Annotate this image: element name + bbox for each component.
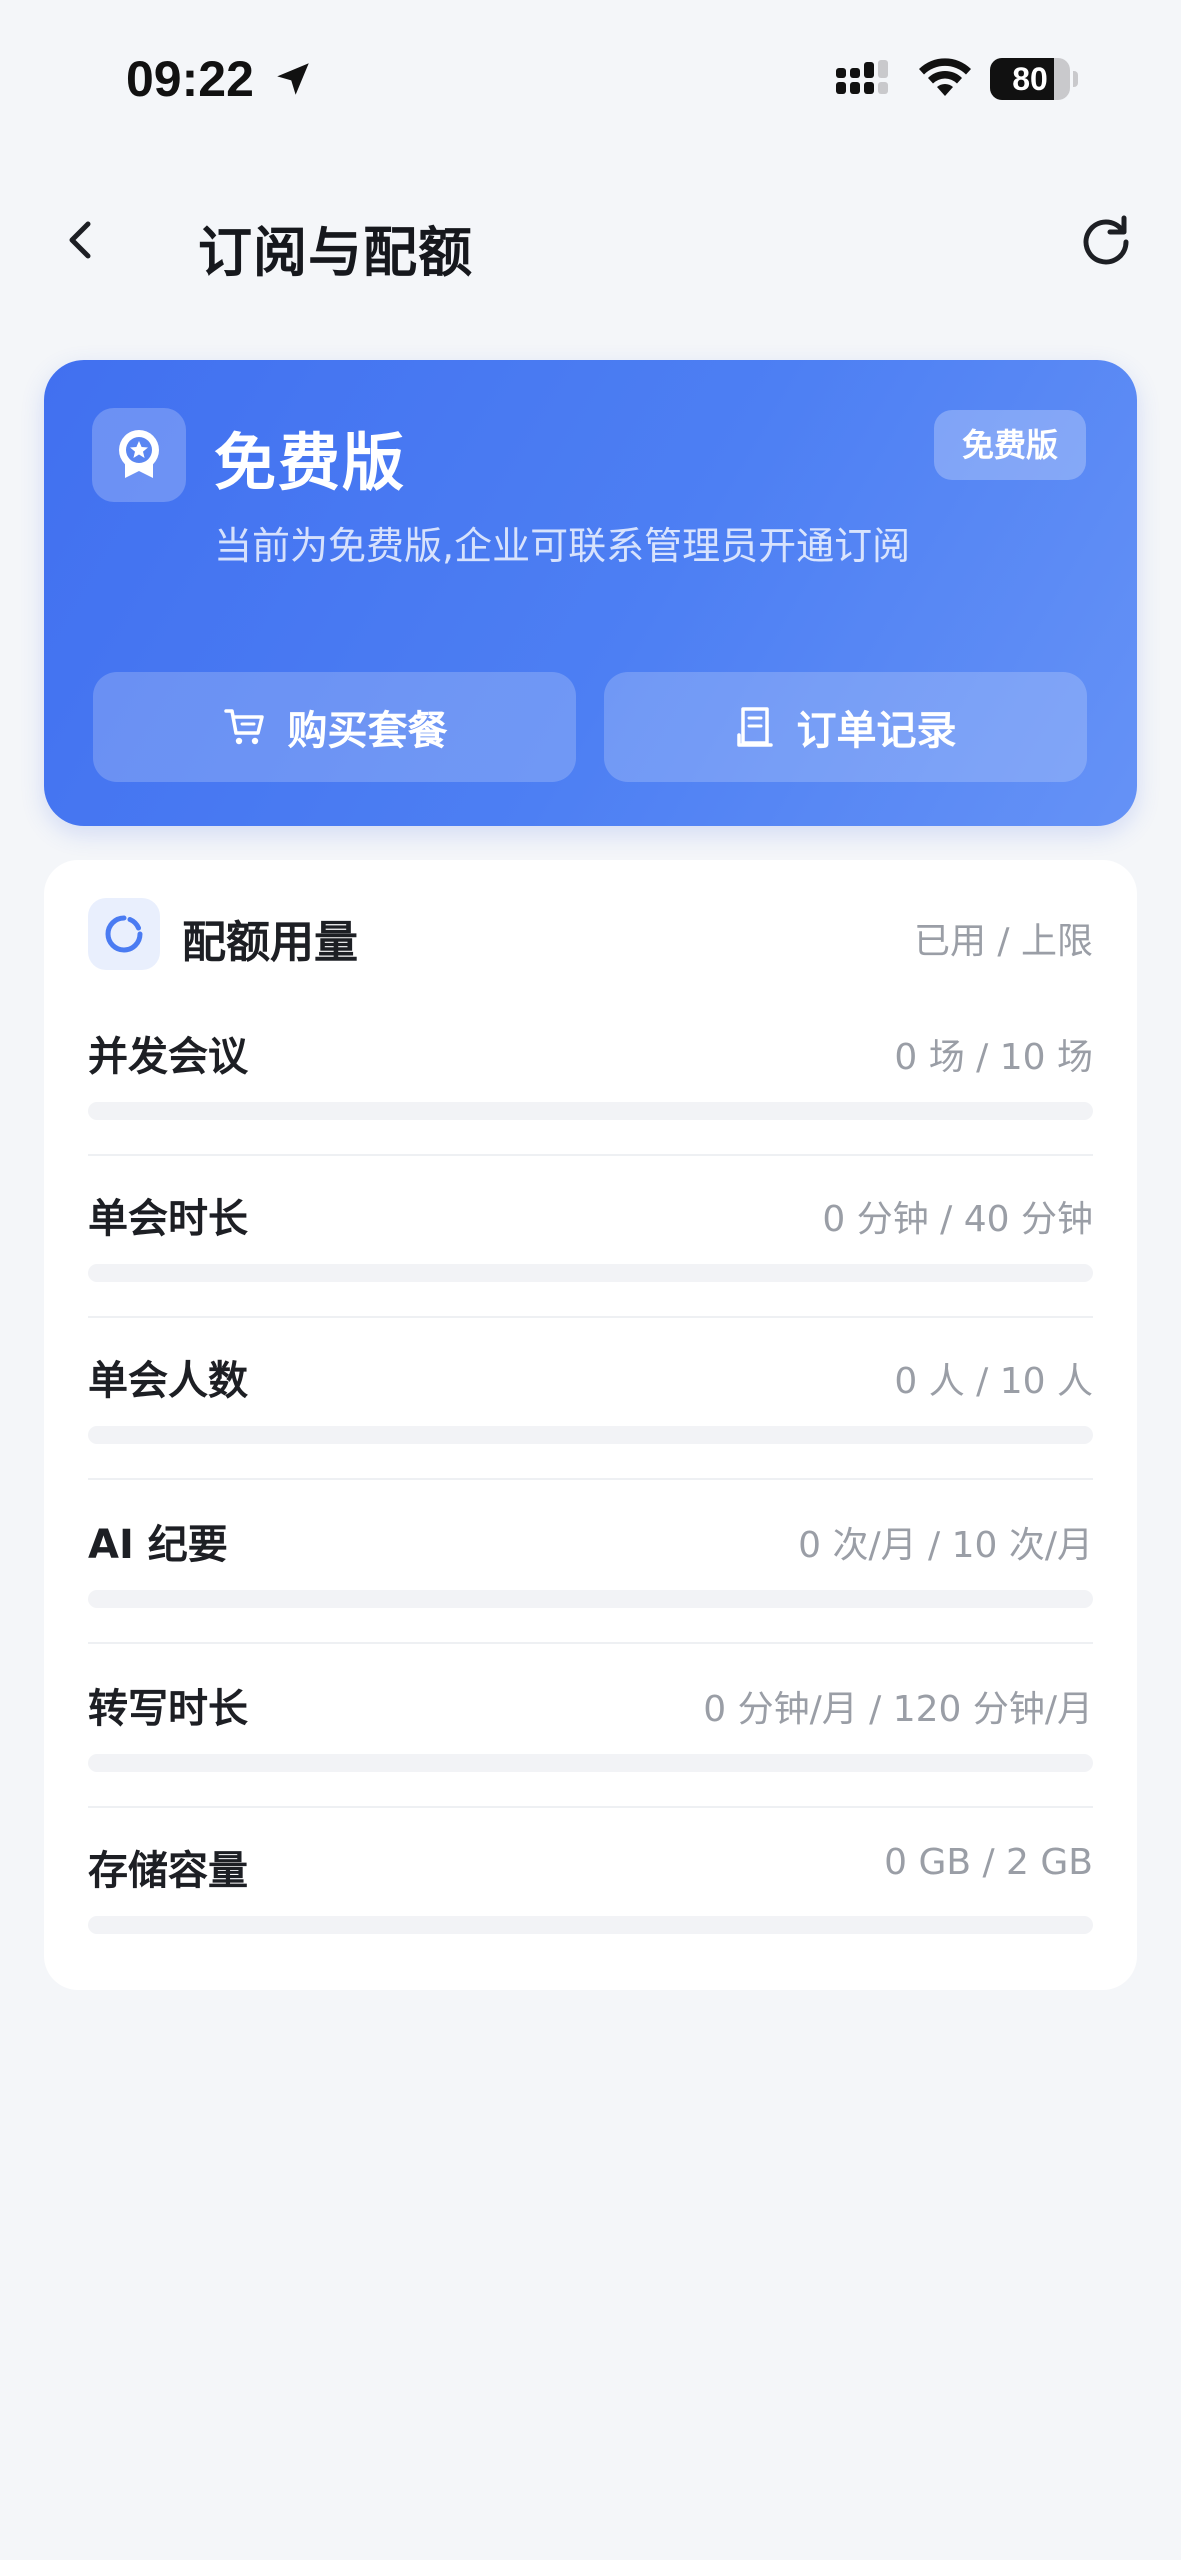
- buy-package-label: 购买套餐: [287, 708, 448, 754]
- quota-row: 单会人数 0 人 / 10 人: [88, 1334, 1093, 1496]
- cellular-signal-icon: [836, 60, 888, 94]
- receipt-icon: [736, 707, 773, 747]
- quota-value: 0 场 / 10 场: [894, 1037, 1093, 1078]
- quota-progress-bar: [88, 1754, 1093, 1772]
- plan-description: 当前为免费版,企业可联系管理员开通订阅: [214, 524, 911, 568]
- nav-bar: 订阅与配额: [0, 190, 1181, 290]
- battery-percentage: 80: [1012, 61, 1048, 97]
- quota-label: 转写时长: [88, 1686, 248, 1732]
- subscription-page: 09:22 80 订阅与配额 免费版 免费版 当前为免费版,企业可联系管理员开通…: [0, 0, 1181, 2560]
- divider: [88, 1642, 1093, 1644]
- quota-row: 转写时长 0 分钟/月 / 120 分钟/月: [88, 1662, 1093, 1824]
- quota-row: 存储容量 0 GB / 2 GB: [88, 1824, 1093, 1986]
- quota-value: 0 人 / 10 人: [894, 1361, 1093, 1402]
- chevron-left-icon: [69, 221, 91, 259]
- quota-icon-box: [88, 898, 160, 970]
- divider: [88, 1154, 1093, 1156]
- quota-progress-bar: [88, 1916, 1093, 1934]
- refresh-button[interactable]: [1074, 208, 1138, 272]
- plan-badge: 免费版: [934, 410, 1086, 480]
- quota-value: 0 分钟 / 40 分钟: [822, 1199, 1093, 1240]
- quota-label: 单会人数: [88, 1358, 248, 1404]
- refresh-icon: [1083, 215, 1129, 265]
- order-history-label: 订单记录: [796, 708, 957, 754]
- wifi-icon: [919, 58, 971, 96]
- quota-progress-bar: [88, 1102, 1093, 1120]
- quota-card: 配额用量 已用 / 上限 并发会议 0 场 / 10 场 单会时长 0 分钟 /…: [44, 860, 1137, 1990]
- quota-progress-bar: [88, 1264, 1093, 1282]
- quota-label: 并发会议: [88, 1034, 248, 1080]
- location-arrow-icon: [277, 63, 309, 95]
- quota-value: 0 次/月 / 10 次/月: [798, 1525, 1093, 1566]
- quota-label: 存储容量: [88, 1848, 248, 1894]
- quota-progress-bar: [88, 1590, 1093, 1608]
- quota-row: 并发会议 0 场 / 10 场: [88, 1010, 1093, 1172]
- plan-icon-box: [92, 408, 186, 502]
- order-history-button[interactable]: 订单记录: [604, 672, 1087, 782]
- cart-icon: [223, 709, 264, 745]
- page-title: 订阅与配额: [198, 221, 473, 284]
- divider: [88, 1316, 1093, 1318]
- divider: [88, 1478, 1093, 1480]
- usage-ring-icon: [105, 915, 143, 953]
- plan-card: 免费版 免费版 当前为免费版,企业可联系管理员开通订阅 购买套餐 订单记录: [44, 360, 1137, 826]
- plan-name: 免费版: [214, 426, 407, 499]
- buy-package-button[interactable]: 购买套餐: [93, 672, 576, 782]
- quota-value: 0 分钟/月 / 120 分钟/月: [703, 1689, 1093, 1730]
- award-ribbon-icon: [119, 430, 159, 478]
- quota-value: 0 GB / 2 GB: [884, 1842, 1093, 1883]
- status-bar: 09:22 80: [0, 0, 1181, 150]
- quota-title: 配额用量: [182, 917, 358, 968]
- quota-row: 单会时长 0 分钟 / 40 分钟: [88, 1172, 1093, 1334]
- back-button[interactable]: [52, 210, 112, 270]
- quota-legend: 已用 / 上限: [913, 921, 1093, 962]
- quota-row: AI 纪要 0 次/月 / 10 次/月: [88, 1498, 1093, 1660]
- quota-label: AI 纪要: [88, 1522, 228, 1568]
- battery-icon: 80: [990, 58, 1078, 100]
- quota-progress-bar: [88, 1426, 1093, 1444]
- status-time: 09:22: [126, 51, 254, 107]
- divider: [88, 1806, 1093, 1808]
- quota-label: 单会时长: [88, 1196, 248, 1242]
